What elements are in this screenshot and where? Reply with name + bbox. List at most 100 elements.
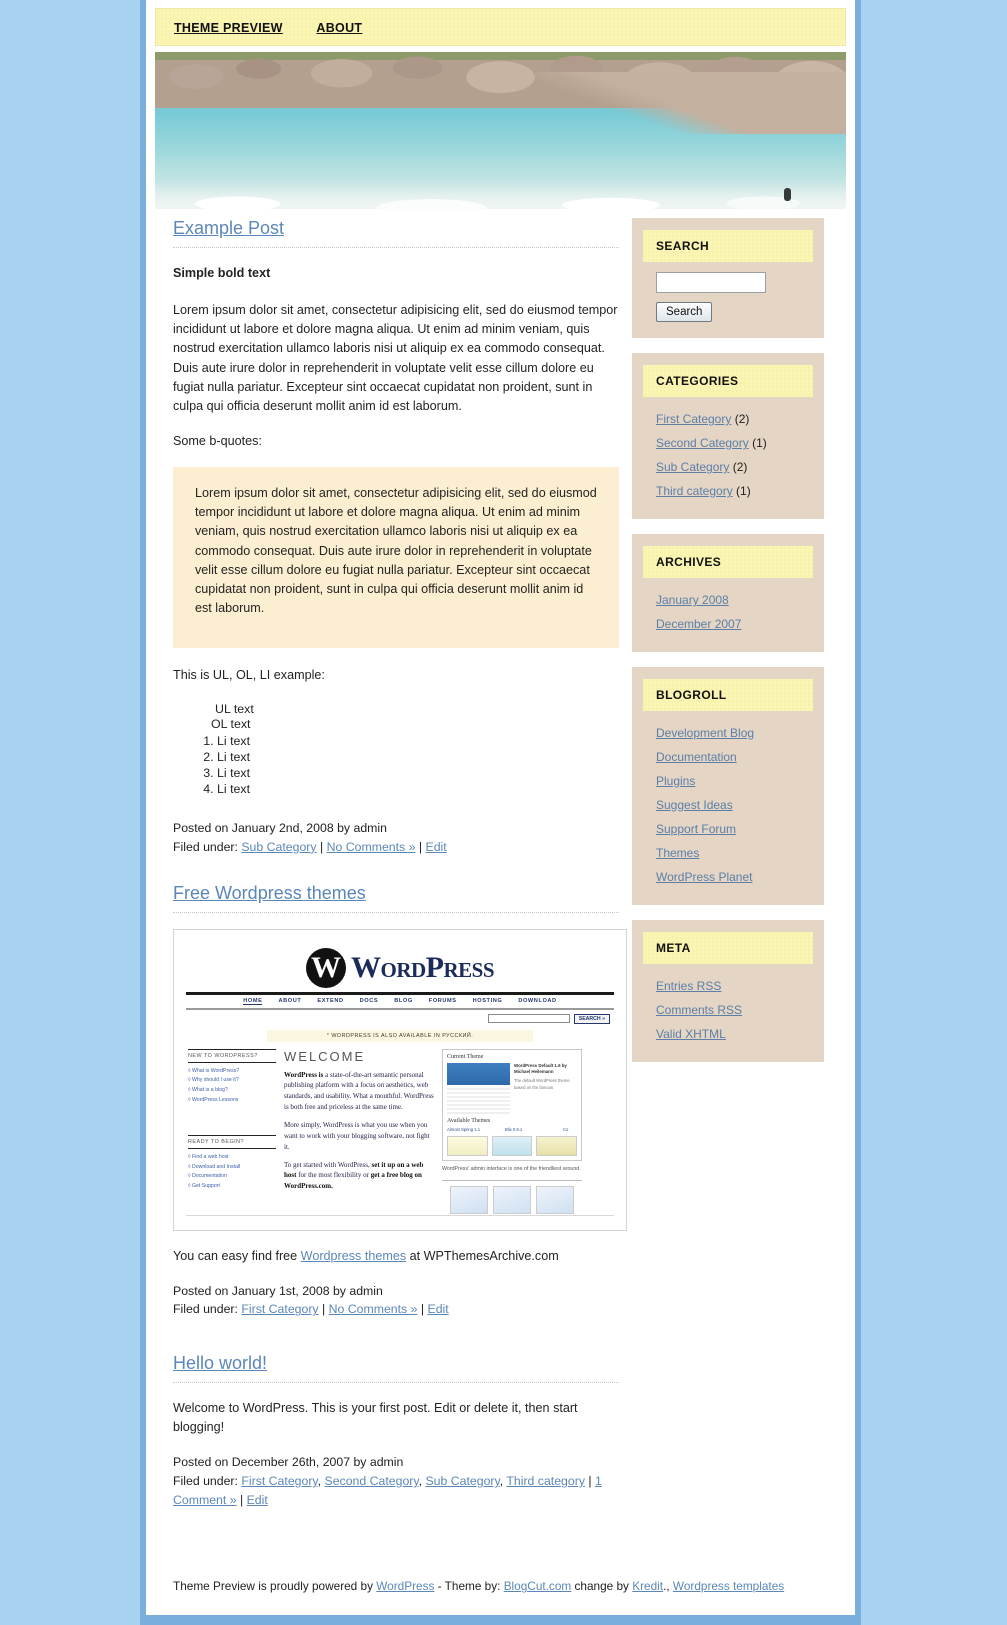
footer-mid3: ., (663, 1579, 673, 1594)
screenshot-nav-item: FORUMS (428, 997, 457, 1004)
wordpress-themes-link[interactable]: Wordpress themes (301, 1249, 406, 1263)
post-edit-link[interactable]: Edit (426, 840, 447, 854)
list-item: Themes (656, 841, 813, 865)
list-item: Plugins (656, 769, 813, 793)
widget-title: Categories (643, 365, 813, 397)
search-form: Search (643, 272, 813, 322)
list-item: December 2007 (656, 612, 813, 636)
screenshot-nav-item: BLOG (394, 997, 413, 1004)
ordered-list: Li text Li text Li text Li text (173, 733, 619, 797)
category-link[interactable]: Second Category (656, 436, 749, 450)
screenshot-admin-caption: WordPress' admin interface is one of the… (442, 1165, 581, 1172)
post-category-link[interactable]: Third category (506, 1474, 585, 1488)
blogroll-link[interactable]: Themes (656, 846, 699, 860)
meta-separator: | (418, 839, 423, 854)
list-item: WordPress Planet (656, 865, 813, 889)
screenshot-search-input (487, 1014, 570, 1024)
post-divider (173, 247, 619, 248)
screenshot-tile (493, 1186, 531, 1215)
blogroll-link[interactable]: Documentation (656, 750, 737, 764)
screenshot-nav-item: EXTEND (317, 997, 344, 1004)
category-count: (2) (732, 460, 748, 474)
screenshot-available-title: Available Themes (447, 1117, 491, 1124)
post-posted-on: Posted on January 2nd, 2008 by admin (173, 821, 387, 836)
post-category-link[interactable]: First Category (241, 1474, 317, 1488)
nav-item-theme-preview[interactable]: Theme Preview (174, 21, 283, 35)
widget-meta: Meta Entries RSS Comments RSS Valid XHTM… (632, 920, 824, 1062)
widget-title: Archives (643, 546, 813, 578)
blogroll-link[interactable]: Development Blog (656, 726, 754, 740)
search-button[interactable]: Search (656, 302, 713, 322)
screenshot-tile (536, 1186, 574, 1215)
meta-separator: | (322, 1302, 326, 1317)
list-item: Li text (217, 765, 619, 781)
post-comments-link[interactable]: No Comments » (329, 1302, 418, 1316)
post-title-link[interactable]: Free Wordpress themes (173, 883, 366, 903)
archive-link[interactable]: January 2008 (656, 593, 729, 607)
screenshot-link: ◊ Find a web host (188, 1154, 229, 1161)
screenshot-bottom-rule (186, 1214, 614, 1216)
blogroll-link[interactable]: Plugins (656, 774, 695, 788)
meta-link[interactable]: Valid XHTML (656, 1027, 726, 1041)
post-category-link[interactable]: First Category (241, 1302, 318, 1316)
footer-wordpress-link[interactable]: WordPress (376, 1579, 434, 1593)
post-filed-under: Filed under: Sub Category | No Comments … (173, 838, 619, 857)
post-title-link[interactable]: Example Post (173, 218, 284, 238)
blogroll-list: Development Blog Documentation Plugins S… (643, 721, 813, 889)
post-divider (173, 1382, 619, 1384)
meta-separator: | (588, 1474, 592, 1489)
meta-link[interactable]: Entries RSS (656, 979, 721, 993)
screenshot-left-heading: NEW TO WORDPRESS? (188, 1048, 276, 1063)
post-category-link[interactable]: Second Category (325, 1474, 419, 1488)
screenshot-theme-name: Blix 0.9.1 (505, 1126, 523, 1132)
ul-item: UL text (215, 702, 254, 717)
post-free-wordpress-themes: Free Wordpress themes W WordPress HOME A… (173, 883, 627, 1320)
meta-comma: , (418, 1474, 423, 1489)
screenshot-theme-name: Co (563, 1126, 569, 1132)
screenshot-link: ◊ WordPress Lessons (188, 1096, 239, 1103)
screenshot-nav-item: DOWNLOAD (518, 997, 557, 1004)
post-divider (173, 911, 619, 913)
post-edit-link[interactable]: Edit (247, 1493, 268, 1507)
blogroll-link[interactable]: WordPress Planet (656, 870, 753, 884)
post-comments-link[interactable]: No Comments » (327, 840, 416, 854)
meta-link[interactable]: Comments RSS (656, 1003, 742, 1017)
wordpress-wordmark: WordPress (350, 950, 495, 984)
header-surfer (783, 188, 791, 201)
footer-templates-link[interactable]: Wordpress templates (673, 1579, 784, 1593)
screenshot-right-column: Current Theme WordPress Default 1.6 by M… (442, 1048, 582, 1215)
nav-item-about[interactable]: About (316, 21, 362, 35)
screenshot-paragraph-1: WordPress is a state-of-the-art semantic… (284, 1070, 434, 1113)
meta-comma: , (499, 1474, 504, 1489)
screenshot-theme-name: Almost Spring 1.1 (447, 1126, 481, 1132)
category-link[interactable]: First Category (656, 412, 731, 426)
post-paragraph: Lorem ipsum dolor sit amet, consectetur … (173, 303, 618, 413)
meta-separator: | (319, 839, 324, 854)
ol-heading: OL text (211, 717, 251, 732)
search-input[interactable] (656, 272, 766, 293)
list-item: Li text (217, 733, 619, 749)
blogroll-link[interactable]: Support Forum (656, 822, 736, 836)
category-link[interactable]: Third category (656, 484, 733, 498)
post-category-link[interactable]: Sub Category (241, 840, 316, 854)
list-item: January 2008 (656, 588, 813, 612)
footer-kredit-link[interactable]: Kredit (632, 1579, 663, 1593)
list-item: Suggest Ideas (656, 793, 813, 817)
post-category-link[interactable]: Sub Category (425, 1474, 499, 1488)
wordpress-logo: W WordPress (186, 940, 614, 990)
footer-mid2: change by (571, 1579, 633, 1594)
post-edit-link[interactable]: Edit (428, 1302, 449, 1316)
category-link[interactable]: Sub Category (656, 460, 729, 474)
screenshot-tiles (442, 1186, 582, 1215)
list-item: Development Blog (656, 721, 813, 745)
blogroll-link[interactable]: Suggest Ideas (656, 798, 733, 812)
screenshot-language-banner: ° WORDPRESS IS ALSO AVAILABLE IN РУССКИЙ… (267, 1029, 533, 1042)
wordpress-homepage-screenshot: W WordPress HOME ABOUT EXTEND DOCS BLOG … (173, 928, 627, 1231)
footer-blogcut-link[interactable]: BlogCut.com (504, 1579, 572, 1593)
archive-link[interactable]: December 2007 (656, 617, 741, 631)
post-title-link[interactable]: Hello world! (173, 1353, 267, 1373)
screenshot-theme-panel: Current Theme WordPress Default 1.6 by M… (442, 1048, 582, 1161)
post-posted-on: Posted on December 26th, 2007 by admin (173, 1455, 404, 1470)
meta-separator: | (420, 1302, 425, 1317)
screenshot-paragraph-2: More simply, WordPress is what you use w… (284, 1121, 430, 1151)
